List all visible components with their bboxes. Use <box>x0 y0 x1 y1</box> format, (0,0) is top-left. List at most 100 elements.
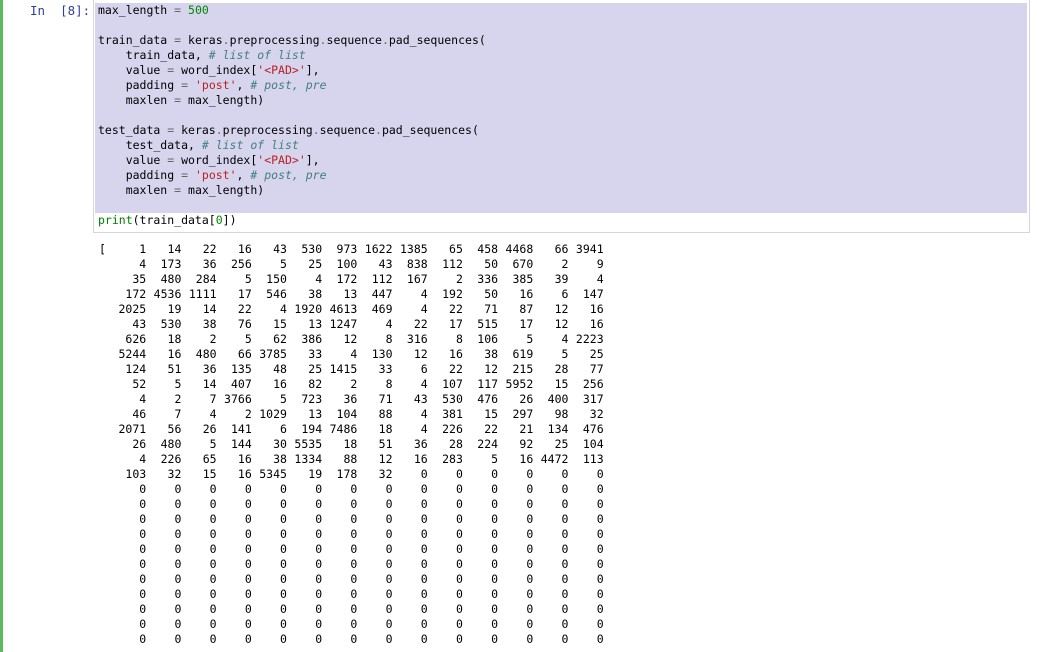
output-value: 0 <box>244 527 252 541</box>
output-value: 838 <box>406 257 428 271</box>
output-value: 113 <box>582 452 604 466</box>
output-value: 0 <box>385 512 393 526</box>
output-indent <box>99 257 111 272</box>
output-value: 0 <box>420 632 428 646</box>
output-value: 18 <box>343 437 358 451</box>
output-value: 50 <box>484 257 499 271</box>
output-row: 0 0 0 0 0 0 0 0 0 0 0 0 0 0 <box>99 587 603 602</box>
output-indent <box>99 377 111 392</box>
output-value: 0 <box>420 572 428 586</box>
output-value: 0 <box>280 482 287 496</box>
output-value: 76 <box>237 317 252 331</box>
output-value: 5 <box>526 332 534 346</box>
code-editor[interactable]: max_length = 500 train_data = keras.prep… <box>98 3 486 198</box>
output-value: 0 <box>244 542 252 556</box>
output-value: 0 <box>385 572 393 586</box>
output-row: 0 0 0 0 0 0 0 0 0 0 0 0 0 0 <box>99 542 603 557</box>
output-value: 43 <box>413 392 428 406</box>
output-row: 626 18 2 5 62 386 12 8 316 8 106 5 4 2223 <box>99 332 603 347</box>
output-value: 7 <box>174 407 182 421</box>
output-value: 16 <box>237 452 252 466</box>
output-value: 4 <box>209 407 217 421</box>
output-value: 22 <box>449 302 463 316</box>
output-value: 5952 <box>505 377 534 391</box>
output-value: 33 <box>378 362 393 376</box>
output-row: 46 7 4 2 1029 13 104 88 4 381 15 297 98 32 <box>99 407 603 422</box>
output-value: 0 <box>491 512 499 526</box>
output-indent <box>99 407 111 422</box>
output-value: 0 <box>385 542 393 556</box>
output-value: 0 <box>420 617 428 631</box>
output-value: 0 <box>596 467 604 481</box>
output-row: 0 0 0 0 0 0 0 0 0 0 0 0 0 0 <box>99 617 604 632</box>
output-value: 0 <box>455 632 463 646</box>
output-value: 0 <box>596 557 604 571</box>
output-value: 4 <box>139 452 147 466</box>
output-indent <box>99 587 111 602</box>
output-value: 0 <box>350 527 358 541</box>
output-value: 0 <box>420 587 428 601</box>
output-value: 0 <box>561 512 569 526</box>
output-value: 0 <box>315 527 323 541</box>
output-value: 8 <box>385 377 393 391</box>
output-value: 0 <box>174 497 182 511</box>
output-value: 0 <box>596 617 604 631</box>
code-line: padding = 'post', # post, pre <box>98 168 327 182</box>
output-value: 0 <box>526 467 534 481</box>
code-line: test_data = keras.preprocessing.sequence… <box>98 123 479 137</box>
output-value: 15 <box>273 317 287 331</box>
output-value: 0 <box>561 602 569 616</box>
output-value: 0 <box>455 467 463 481</box>
output-value: 0 <box>350 587 358 601</box>
output-value: 43 <box>378 257 393 271</box>
output-value: 0 <box>526 557 534 571</box>
output-value: 52 <box>132 377 147 391</box>
output-value: 0 <box>139 572 147 586</box>
output-value: 0 <box>491 572 499 586</box>
output-value: 0 <box>174 482 182 496</box>
output-value: 2 <box>455 272 463 286</box>
code-print-line[interactable]: print(train_data[0]) <box>98 213 237 228</box>
output-value: 0 <box>420 497 428 511</box>
output-value: 336 <box>477 272 499 286</box>
output-value: 2 <box>244 407 252 421</box>
output-indent <box>99 317 111 332</box>
output-value: 7486 <box>329 422 358 436</box>
output-value: 0 <box>596 632 604 646</box>
output-row: 26 480 5 144 30 5535 18 51 36 28 224 92 25 104 <box>99 437 603 452</box>
output-value: 16 <box>589 302 604 316</box>
output-value: 22 <box>484 422 499 436</box>
output-row: 0 0 0 0 0 0 0 0 0 0 0 0 0 0 <box>99 497 603 512</box>
output-value: 0 <box>244 602 252 616</box>
output-value: 0 <box>209 527 217 541</box>
output-value: 256 <box>230 257 252 271</box>
output-value: 0 <box>596 602 604 616</box>
output-value: 0 <box>385 602 393 616</box>
output-value: 16 <box>519 287 534 301</box>
output-value: 5 <box>280 392 287 406</box>
output-value: 1247 <box>329 317 358 331</box>
output-value: 226 <box>160 452 182 466</box>
output-value: 0 <box>315 542 323 556</box>
output-value: 1111 <box>188 287 217 301</box>
output-value: 4 <box>280 302 287 316</box>
output-value: 25 <box>589 347 604 361</box>
output-value: 619 <box>512 347 534 361</box>
output-value: 626 <box>125 332 147 346</box>
output-value: 5 <box>209 437 217 451</box>
output-indent <box>99 332 111 347</box>
output-value: 8 <box>385 332 393 346</box>
output-row: 0 0 0 0 0 0 0 0 0 0 0 0 0 0 <box>99 572 603 587</box>
output-value: 15 <box>554 377 569 391</box>
output-value: 22 <box>413 317 428 331</box>
output-value: 16 <box>237 242 252 256</box>
output-value: 530 <box>301 242 323 256</box>
output-value: 0 <box>561 617 569 631</box>
output-indent <box>99 527 111 542</box>
output-value: 5 <box>491 452 499 466</box>
output-value: 16 <box>519 452 534 466</box>
output-row: 103 32 15 16 5345 19 178 32 0 0 0 0 0 0 <box>99 467 604 482</box>
output-value: 0 <box>561 587 569 601</box>
